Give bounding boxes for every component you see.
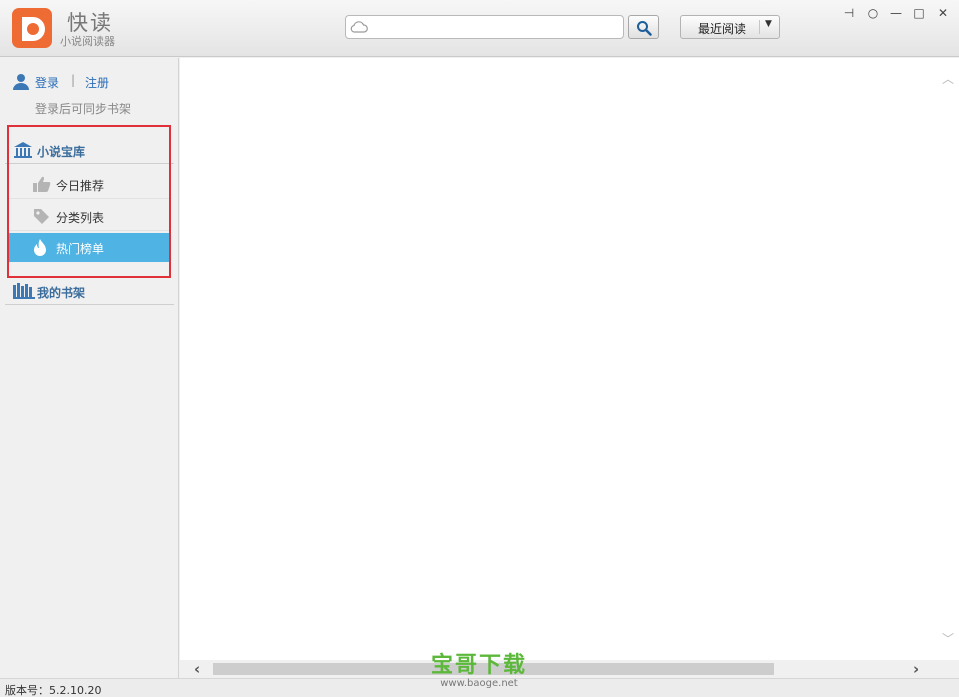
register-link[interactable]: 注册 (85, 74, 109, 91)
minimize-button[interactable]: — (887, 5, 905, 21)
search-button[interactable] (628, 15, 659, 39)
bookshelf-title: 我的书架 (37, 286, 86, 300)
library-title: 小说宝库 (37, 145, 86, 159)
login-link[interactable]: 登录 (35, 74, 59, 91)
search-icon (637, 21, 652, 36)
scroll-left-icon[interactable]: ‹ (194, 660, 200, 678)
close-button[interactable]: ✕ (934, 5, 952, 21)
search-input[interactable] (372, 18, 620, 36)
version-label: 版本号：5.2.10.20 (5, 684, 102, 697)
recent-reading-dropdown[interactable]: 最近阅读 ▼ (680, 15, 780, 39)
watermark: 宝哥下载 www.baoge.net (430, 654, 528, 690)
sidebar-item-today-recommend[interactable]: 今日推荐 (9, 170, 171, 199)
sidebar-item-hot-list[interactable]: 热门榜单 (9, 233, 171, 262)
bookshelf-section-header[interactable]: 我的书架 (5, 279, 174, 305)
feedback-icon[interactable]: ○ (864, 5, 882, 21)
sidebar: 登录 | 注册 登录后可同步书架 小说宝库 今日推荐 分类列表 热门榜单 我的书… (0, 58, 179, 678)
title-bar: 快读 小说阅读器 最近阅读 ▼ ⊣ ○ — □ ✕ (0, 0, 959, 57)
maximize-button[interactable]: □ (910, 5, 928, 21)
scroll-right-icon[interactable]: › (913, 660, 919, 678)
sidebar-item-category-list[interactable]: 分类列表 (9, 202, 171, 231)
horizontal-scrollbar[interactable]: ‹ › (180, 660, 959, 678)
link-separator: | (71, 73, 76, 87)
chevron-down-icon: ▼ (765, 19, 772, 29)
recent-reading-label: 最近阅读 (698, 22, 747, 36)
search-box[interactable] (345, 15, 624, 39)
vertical-scrollbar[interactable]: ︿ ﹀ (938, 58, 959, 660)
tag-icon (34, 209, 49, 224)
pin-icon[interactable]: ⊣ (840, 5, 858, 21)
flame-icon (34, 239, 46, 256)
app-subtitle: 小说阅读器 (60, 35, 115, 48)
cloud-icon (350, 21, 368, 33)
scroll-up-icon[interactable]: ︿ (942, 70, 954, 87)
user-icon (13, 74, 29, 90)
scroll-down-icon[interactable]: ﹀ (942, 630, 954, 647)
library-section-header[interactable]: 小说宝库 (5, 138, 174, 164)
content-area (180, 58, 959, 678)
watermark-title: 宝哥下载 (430, 653, 527, 678)
thumbs-up-icon (33, 176, 51, 192)
app-logo-icon (12, 8, 52, 48)
watermark-url: www.baoge.net (440, 678, 518, 689)
sidebar-item-label: 分类列表 (56, 211, 105, 225)
library-icon (14, 142, 32, 158)
sync-hint: 登录后可同步书架 (35, 102, 132, 116)
dropdown-divider (759, 20, 760, 34)
sidebar-item-label: 今日推荐 (56, 179, 105, 193)
bookshelf-icon (13, 283, 35, 299)
sidebar-item-label: 热门榜单 (56, 242, 105, 256)
